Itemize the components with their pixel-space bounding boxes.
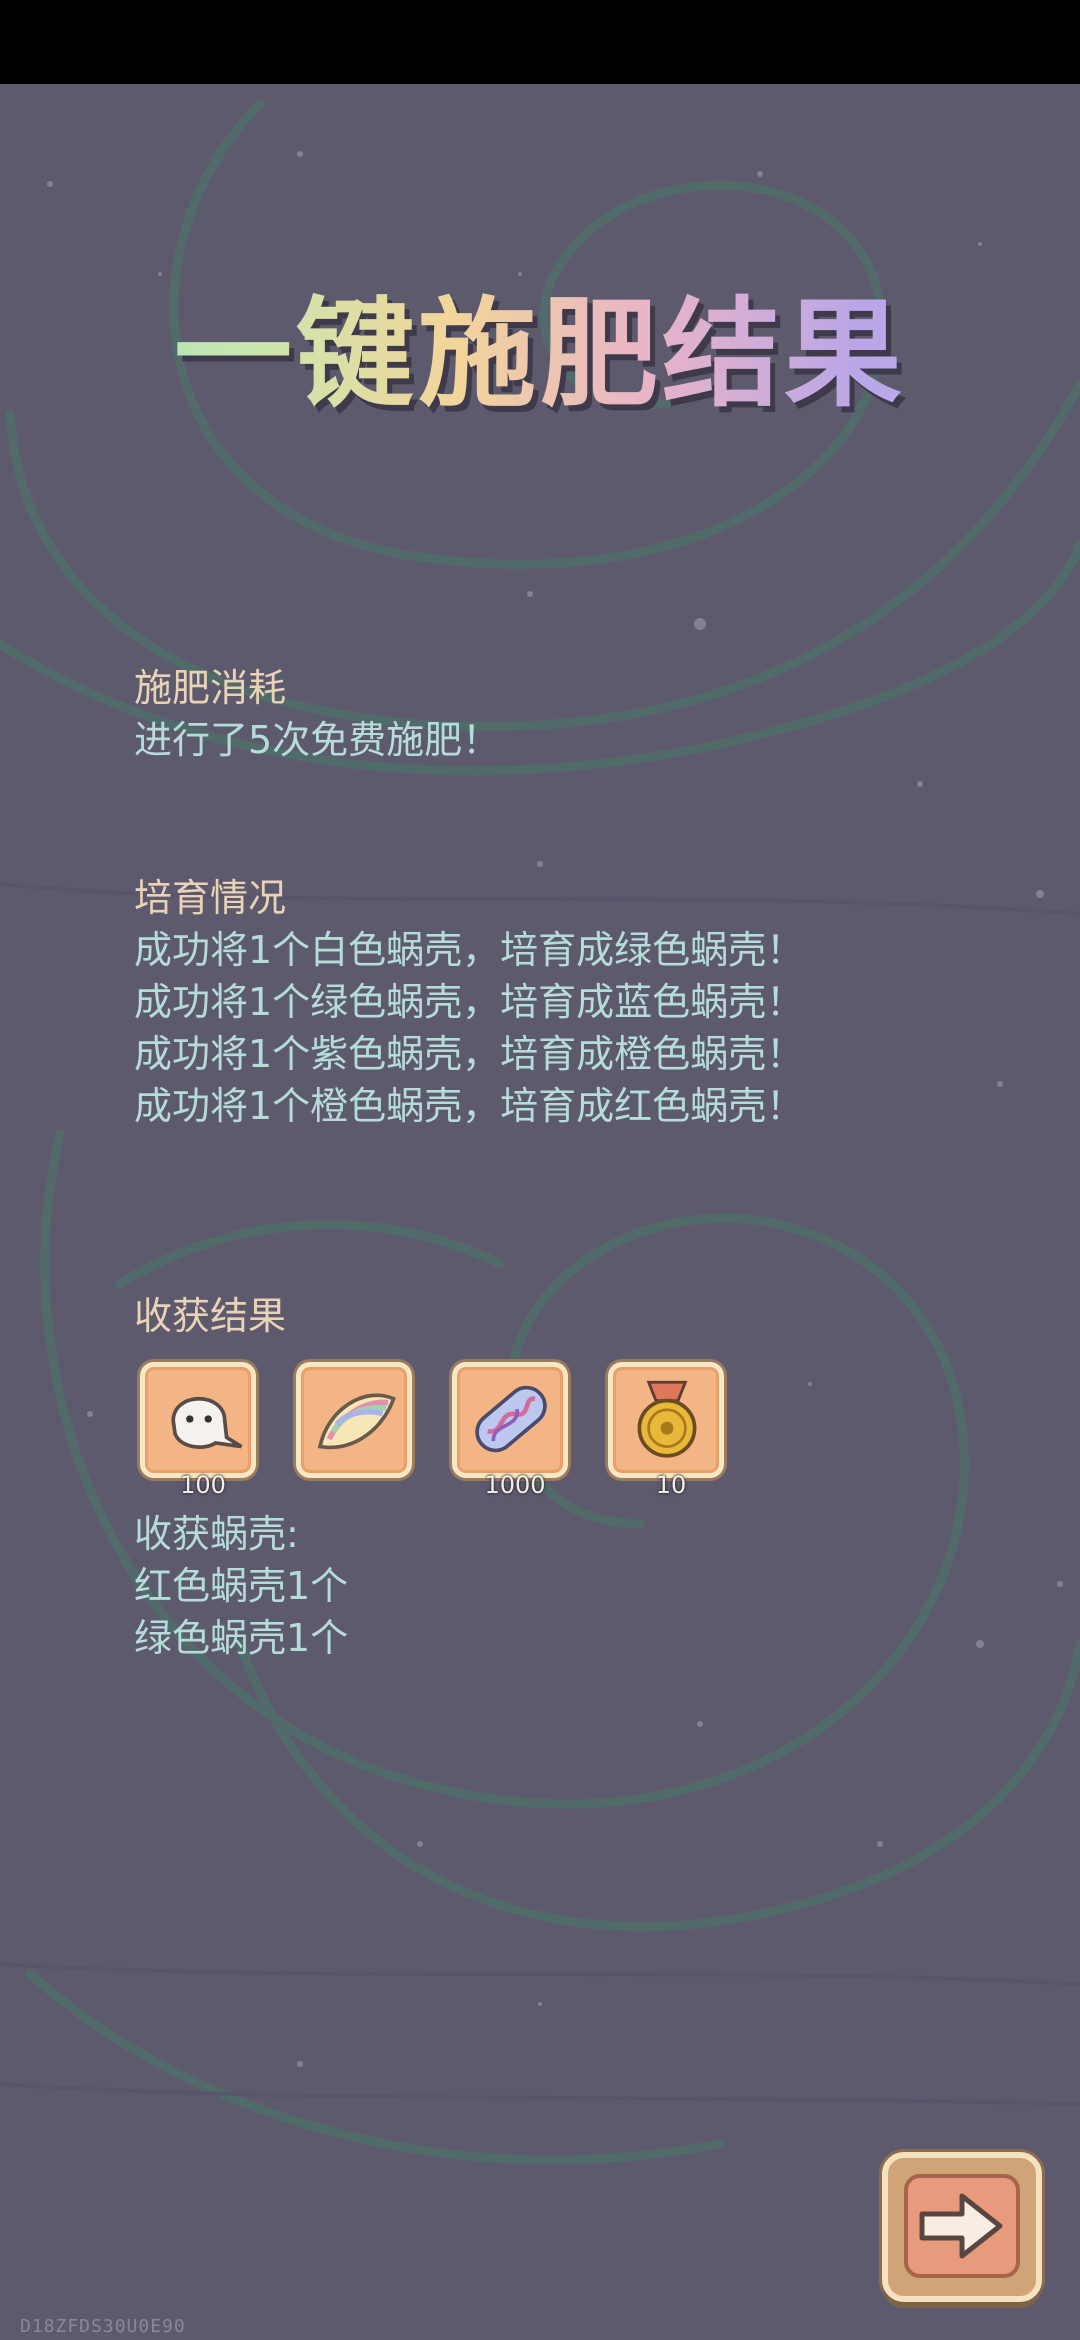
harvest-heading: 收获结果 <box>134 1294 287 1338</box>
shells-line: 红色蜗壳1个 <box>134 1564 349 1608</box>
shells-heading: 收获蜗壳: <box>134 1512 299 1556</box>
item-count: 100 <box>180 1471 226 1499</box>
fertilize-cost-heading: 施肥消耗 <box>134 666 287 710</box>
harvest-item[interactable]: 10 <box>608 1362 724 1499</box>
item-count: 10 <box>655 1471 687 1499</box>
cultivation-line: 成功将1个橙色蜗壳，培育成红色蜗壳！ <box>134 1084 805 1128</box>
harvest-item[interactable] <box>296 1362 412 1478</box>
arrow-right-icon <box>904 2174 1020 2278</box>
cultivation-line: 成功将1个白色蜗壳，培育成绿色蜗壳！ <box>134 928 805 972</box>
cultivation-heading: 培育情况 <box>134 876 287 920</box>
ghost-icon <box>171 1397 243 1449</box>
harvest-item[interactable]: 1000 <box>452 1362 568 1499</box>
harvest-item[interactable]: 100 <box>140 1362 256 1499</box>
next-button[interactable] <box>882 2152 1042 2302</box>
fertilize-cost-line: 进行了5次免费施肥！ <box>134 718 501 762</box>
gold-medal-icon <box>637 1380 697 1458</box>
cultivation-line: 成功将1个紫色蜗壳，培育成橙色蜗壳！ <box>134 1032 805 1076</box>
page-title: 一键施肥结果 <box>0 258 1080 429</box>
harvest-item-row: 100 1000 10 <box>140 1362 740 1499</box>
shells-line: 绿色蜗壳1个 <box>134 1616 349 1660</box>
pill-capsule-icon <box>475 1385 547 1453</box>
status-bar <box>0 0 1080 84</box>
watermark: D18ZFDS30U0E90 <box>20 2316 186 2337</box>
cultivation-line: 成功将1个绿色蜗壳，培育成蓝色蜗壳！ <box>134 980 805 1024</box>
shells-section: 收获蜗壳: 红色蜗壳1个 绿色蜗壳1个 <box>134 1508 348 1664</box>
rainbow-shell-icon <box>317 1393 396 1450</box>
item-count: 1000 <box>484 1471 546 1499</box>
harvest-section: 收获结果 <box>134 1290 286 1342</box>
cultivation-section: 培育情况 成功将1个白色蜗壳，培育成绿色蜗壳！ 成功将1个绿色蜗壳，培育成蓝色蜗… <box>134 872 804 1132</box>
fertilize-cost-section: 施肥消耗 进行了5次免费施肥！ <box>134 662 500 766</box>
